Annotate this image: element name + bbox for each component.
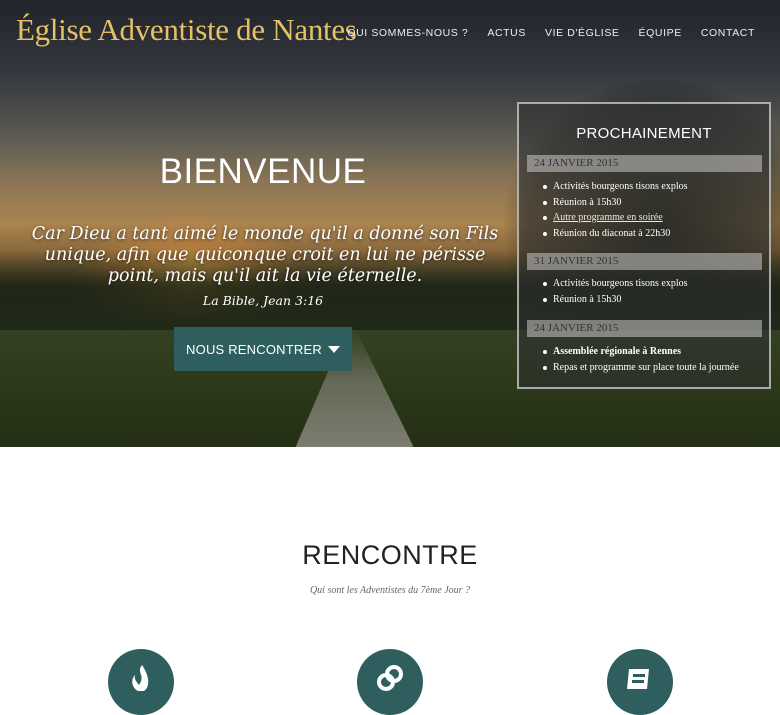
event-item: Réunion du diaconat à 22h30 xyxy=(543,226,688,242)
event-item: Réunion à 15h30 xyxy=(543,292,688,308)
book-icon xyxy=(627,669,649,689)
event-list: Activités bourgeons tisons explos Réunio… xyxy=(543,179,688,241)
event-list: Activités bourgeons tisons explos Réunio… xyxy=(543,276,688,307)
event-date: 24 JANVIER 2015 xyxy=(527,320,762,337)
meet-us-button[interactable]: NOUS RENCONTRER xyxy=(174,327,352,371)
quote-source: La Bible, Jean 3:16 xyxy=(202,293,324,308)
event-item-link[interactable]: Autre programme en soirée xyxy=(543,210,688,226)
nav-item-contact[interactable]: CONTACT xyxy=(701,27,755,39)
event-item: Activités bourgeons tisons explos xyxy=(543,179,688,195)
link-icon xyxy=(377,665,403,691)
event-item: Réunion à 15h30 xyxy=(543,195,688,211)
feature-circle-faith[interactable] xyxy=(108,649,174,715)
upcoming-panel: PROCHAINEMENT 24 JANVIER 2015 Activités … xyxy=(517,102,771,389)
event-item: Assemblée régionale à Rennes xyxy=(543,344,739,360)
event-list: Assemblée régionale à Rennes Repas et pr… xyxy=(543,344,739,375)
section-title: RENCONTRE xyxy=(302,540,478,570)
event-item: Activités bourgeons tisons explos xyxy=(543,276,688,292)
feature-circle-book[interactable] xyxy=(607,649,673,715)
site-logo[interactable]: Église Adventiste de Nantes xyxy=(16,12,357,48)
event-item: Repas et programme sur place toute la jo… xyxy=(543,360,739,376)
nav-item-news[interactable]: ACTUS xyxy=(487,27,526,39)
hero-banner: Église Adventiste de Nantes QUI SOMMES-N… xyxy=(0,0,780,447)
caret-down-icon xyxy=(327,345,340,353)
section-subtitle: Qui sont les Adventistes du 7ème Jour ? xyxy=(309,585,471,596)
event-date: 24 JANVIER 2015 xyxy=(527,155,762,172)
welcome-heading: BIENVENUE xyxy=(159,152,367,191)
nav-item-team[interactable]: ÉQUIPE xyxy=(639,27,682,39)
main-nav: QUI SOMMES-NOUS ? ACTUS VIE D'ÉGLISE ÉQU… xyxy=(347,27,755,39)
nav-item-church-life[interactable]: VIE D'ÉGLISE xyxy=(545,27,620,39)
feature-circle-link[interactable] xyxy=(357,649,423,715)
nav-item-about[interactable]: QUI SOMMES-NOUS ? xyxy=(347,27,468,39)
flame-icon xyxy=(132,665,149,691)
bible-quote: Car Dieu a tant aimé le monde qu'il a do… xyxy=(31,224,499,286)
upcoming-title: PROCHAINEMENT xyxy=(576,125,712,142)
event-date: 31 JANVIER 2015 xyxy=(527,253,762,270)
meet-us-label: NOUS RENCONTRER xyxy=(186,341,322,357)
